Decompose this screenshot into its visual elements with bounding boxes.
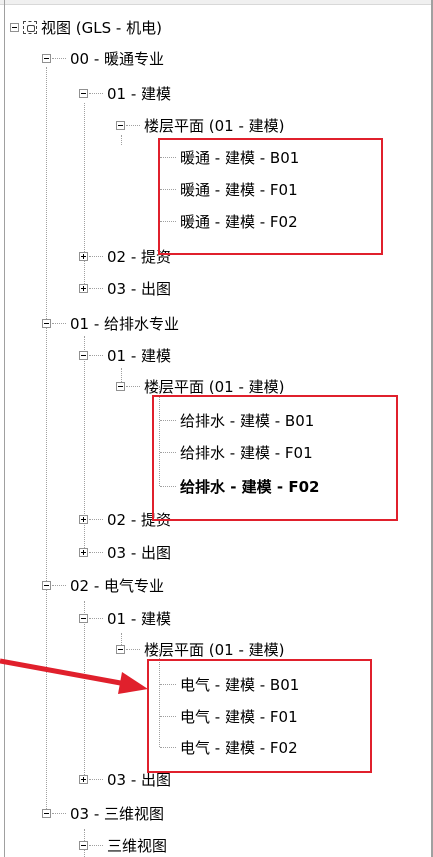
tree-node-label: 楼层平面 (01 - 建模): [144, 116, 285, 135]
expand-icon[interactable]: [79, 547, 88, 557]
tree-node-plumbing[interactable]: 01 - 给排水专业: [42, 311, 179, 335]
tree-node-hvac-modeling[interactable]: 01 - 建模: [79, 81, 171, 105]
tree-node-label: 01 - 建模: [107, 84, 172, 103]
tree-node-hvac-output[interactable]: 03 - 出图: [79, 276, 171, 300]
annotation-arrow-icon: [0, 658, 148, 694]
tree-node-label: 00 - 暖通专业: [70, 49, 165, 68]
tree-guide: [46, 67, 47, 813]
tree-node-label: 01 - 给排水专业: [70, 314, 180, 333]
tree-node-3d-child[interactable]: 三维视图: [79, 833, 167, 857]
panel-left-border: [4, 0, 5, 857]
collapse-icon[interactable]: [10, 22, 19, 32]
collapse-icon[interactable]: [116, 120, 125, 130]
expand-icon[interactable]: [79, 774, 88, 784]
tree-node-label: 03 - 出图: [107, 279, 172, 298]
tree-node-electrical[interactable]: 02 - 电气专业: [42, 573, 164, 597]
collapse-icon[interactable]: [42, 580, 51, 590]
tree-node-label: 楼层平面 (01 - 建模): [144, 377, 285, 396]
tree-node-3d[interactable]: 03 - 三维视图: [42, 801, 164, 825]
collapse-icon[interactable]: [79, 350, 88, 360]
views-icon: [23, 20, 37, 34]
tree-node-label: 楼层平面 (01 - 建模): [144, 640, 285, 659]
collapse-icon[interactable]: [79, 88, 88, 98]
tree-node-hvac[interactable]: 00 - 暖通专业: [42, 46, 164, 70]
tree-node-label: 03 - 三维视图: [70, 804, 165, 823]
tree-node-label: 02 - 电气专业: [70, 576, 165, 595]
tree-node-label: 03 - 出图: [107, 543, 172, 562]
expand-icon[interactable]: [79, 514, 88, 524]
tree-node-root[interactable]: 视图 (GLS - 机电): [10, 15, 162, 39]
expand-icon[interactable]: [79, 251, 88, 261]
expand-icon[interactable]: [79, 283, 88, 293]
collapse-icon[interactable]: [42, 53, 51, 63]
tree-node-plumbing-modeling[interactable]: 01 - 建模: [79, 343, 171, 367]
collapse-icon[interactable]: [42, 808, 51, 818]
collapse-icon[interactable]: [79, 840, 88, 850]
tree-node-plumbing-output[interactable]: 03 - 出图: [79, 540, 171, 564]
tree-node-label: 01 - 建模: [107, 346, 172, 365]
tree-node-label: 视图 (GLS - 机电): [41, 18, 162, 37]
tree-node-hvac-floorplan[interactable]: 楼层平面 (01 - 建模): [116, 113, 285, 137]
tree-node-label: 01 - 建模: [107, 609, 172, 628]
highlight-box-hvac: [158, 138, 383, 255]
highlight-box-electrical: [147, 659, 372, 773]
collapse-icon[interactable]: [79, 613, 88, 623]
collapse-icon[interactable]: [116, 644, 125, 654]
tree-node-electrical-modeling[interactable]: 01 - 建模: [79, 606, 171, 630]
tree-node-label: 三维视图: [107, 836, 168, 855]
window-top-edge: [0, 0, 433, 5]
collapse-icon[interactable]: [42, 318, 51, 328]
collapse-icon[interactable]: [116, 381, 125, 391]
highlight-box-plumbing: [152, 395, 398, 521]
